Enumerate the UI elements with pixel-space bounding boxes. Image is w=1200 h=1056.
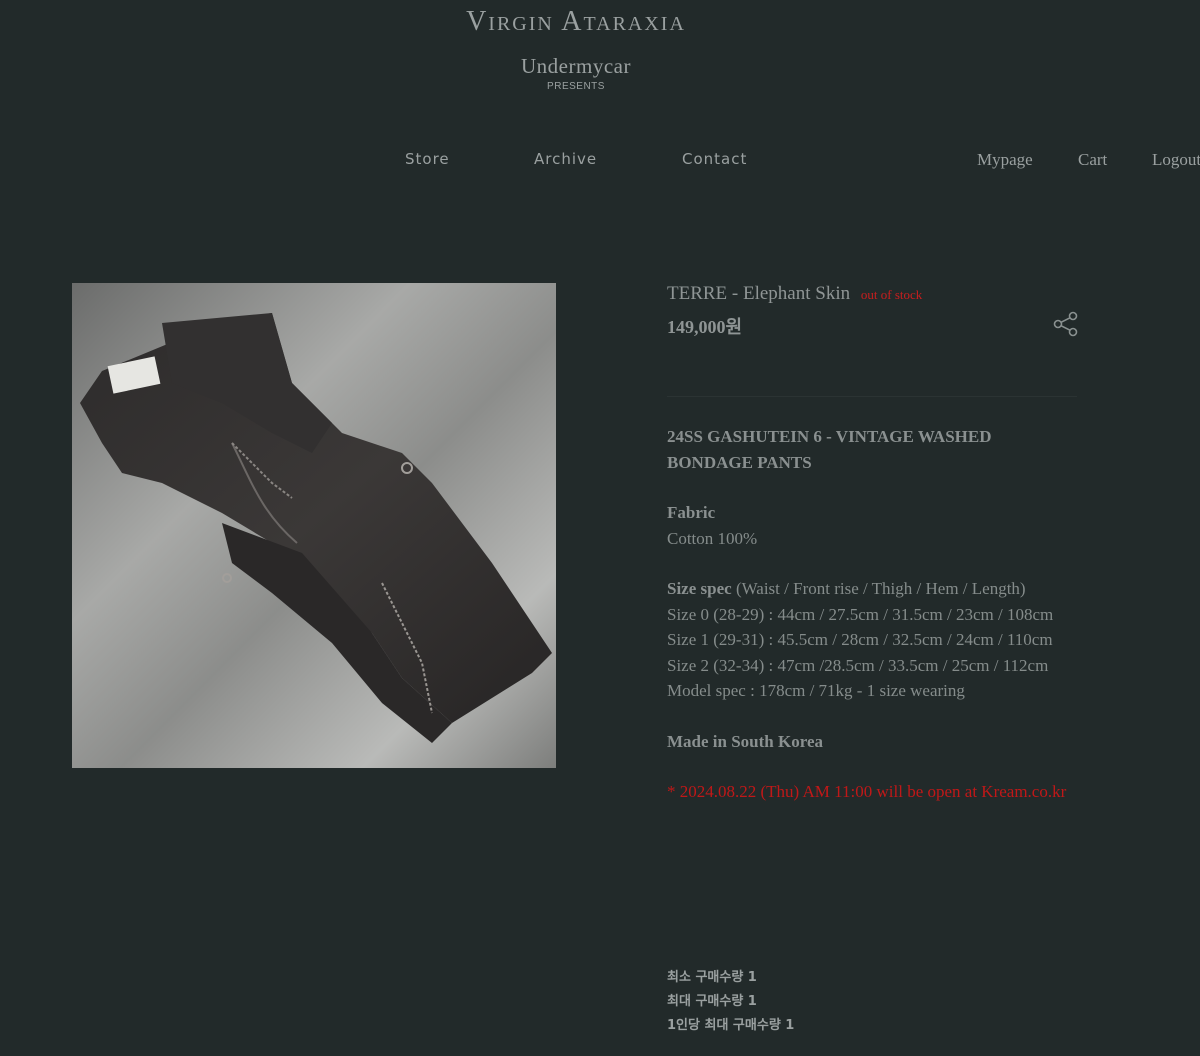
brand-subtitle: Undermycar <box>521 54 631 78</box>
size-spec-note: (Waist / Front rise / Thigh / Hem / Leng… <box>731 579 1026 598</box>
product-title-line: TERRE - Elephant Skin out of stock <box>667 283 1067 305</box>
nav-store[interactable]: Store <box>405 150 450 168</box>
nav-archive[interactable]: Archive <box>534 150 597 168</box>
nav-logout[interactable]: Logout <box>1152 150 1200 170</box>
product-image[interactable] <box>72 283 556 768</box>
origin: Made in South Korea <box>667 731 824 751</box>
share-icon[interactable] <box>1052 310 1080 338</box>
product-info: TERRE - Elephant Skin out of stock 149,0… <box>667 283 1067 339</box>
product-headline: 24SS GASHUTEIN 6 - VINTAGE WASHED BONDAG… <box>667 427 992 472</box>
release-notice: * 2024.08.22 (Thu) AM 11:00 will be open… <box>667 782 1067 801</box>
max-purchase: 최대 구매수량 1 <box>667 994 757 1009</box>
pants-photo <box>72 283 556 768</box>
brand-logo[interactable]: Virgin Ataraxia <box>0 2 1152 42</box>
product-title: TERRE - Elephant Skin <box>667 283 851 304</box>
product-description: 24SS GASHUTEIN 6 - VINTAGE WASHED BONDAG… <box>667 424 1067 805</box>
nav-contact[interactable]: Contact <box>682 150 747 168</box>
nav-mypage[interactable]: Mypage <box>977 150 1033 170</box>
product-price: 149,000원 <box>667 317 743 337</box>
size-line: Size 2 (32-34) : 47cm /28.5cm / 33.5cm /… <box>667 655 1049 675</box>
size-line: Size 1 (29-31) : 45.5cm / 28cm / 32.5cm … <box>667 630 1053 649</box>
size-spec: Size spec (Waist / Front rise / Thigh / … <box>667 576 1067 602</box>
min-purchase: 최소 구매수량 1 <box>667 970 757 985</box>
stock-status: out of stock <box>860 287 923 302</box>
brand-presents: PRESENTS <box>547 81 605 92</box>
nav-cart[interactable]: Cart <box>1078 150 1107 170</box>
purchase-limits: 최소 구매수량 1 최대 구매수량 1 1인당 최대 구매수량 1 <box>667 966 794 1038</box>
brand-header: Virgin Ataraxia Undermycar PRESENTS <box>0 2 1152 92</box>
fabric-value: Cotton 100% <box>667 528 758 548</box>
divider <box>667 396 1077 397</box>
size-spec-label: Size spec <box>667 579 732 598</box>
per-person-max: 1인당 최대 구매수량 1 <box>667 1018 795 1033</box>
model-spec: Model spec : 178cm / 71kg - 1 size weari… <box>667 681 965 700</box>
size-line: Size 0 (28-29) : 44cm / 27.5cm / 31.5cm … <box>667 604 1054 624</box>
fabric-label: Fabric <box>667 503 716 522</box>
